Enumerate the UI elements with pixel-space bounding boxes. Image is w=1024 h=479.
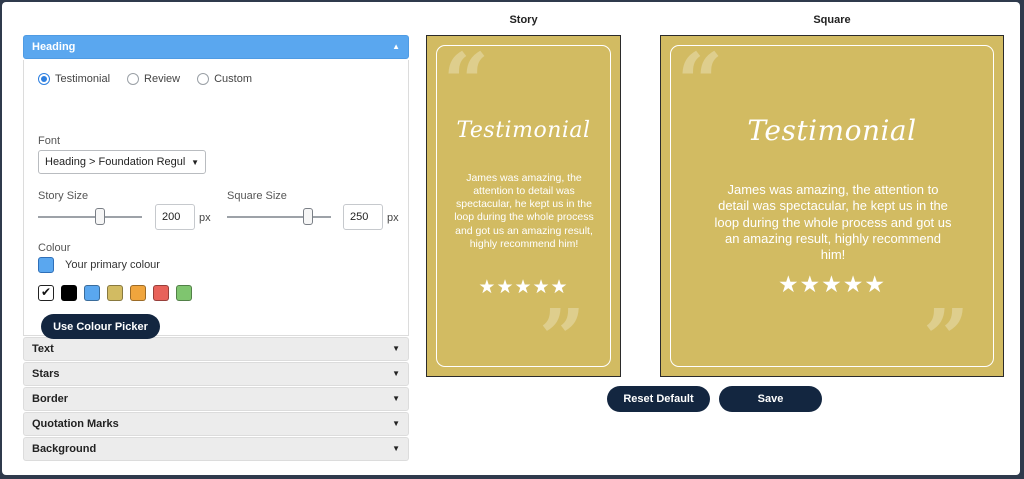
chevron-down-icon: ▼: [191, 157, 199, 167]
chevron-down-icon: ▼: [392, 344, 400, 353]
story-preview-card: “ ” Testimonial James was amazing, the a…: [426, 35, 621, 385]
story-size-slider[interactable]: [38, 216, 142, 218]
close-quote-icon: ”: [539, 291, 586, 385]
accordion-quotation-marks-label: Quotation Marks: [32, 418, 119, 430]
square-preview-title: Square: [813, 14, 851, 26]
font-select[interactable]: Heading > Foundation Regular ▼: [38, 150, 206, 174]
reset-default-button[interactable]: Reset Default: [607, 386, 710, 412]
radio-label: Testimonial: [55, 73, 111, 85]
accordion-border-label: Border: [32, 393, 69, 405]
radio-button[interactable]: [127, 73, 140, 85]
square-size-value: 250: [350, 211, 369, 223]
story-size-input[interactable]: 200: [155, 204, 195, 230]
square-size-slider-thumb[interactable]: [303, 208, 314, 225]
font-select-value: Heading > Foundation Regular: [45, 156, 185, 168]
chevron-down-icon: ▼: [392, 394, 400, 403]
open-quote-icon: “: [443, 35, 490, 129]
chevron-down-icon: ▼: [392, 419, 400, 428]
accordion-stars-label: Stars: [32, 368, 60, 380]
square-card-text: James was amazing, the attention to deta…: [714, 182, 952, 262]
swatch-orange[interactable]: [130, 285, 146, 301]
swatch-red[interactable]: [153, 285, 169, 301]
accordion-heading-label: Heading: [32, 41, 76, 53]
swatch-blue[interactable]: [84, 285, 100, 301]
heading-settings-body: Testimonial Review Custom Font Heading >…: [23, 60, 409, 339]
swatch-black[interactable]: [61, 285, 77, 301]
colour-swatches: [38, 285, 199, 301]
swatch-gold[interactable]: [107, 285, 123, 301]
accordion-quotation-marks[interactable]: Quotation Marks ▼: [23, 412, 409, 436]
design-editor-modal: Heading ▲ Testimonial Review Custom Font: [2, 2, 1020, 475]
colour-label: Colour: [38, 242, 71, 254]
chevron-down-icon: ▼: [392, 369, 400, 378]
story-size-unit: px: [199, 212, 211, 224]
heading-type-radio-group: Testimonial Review Custom: [38, 73, 269, 85]
square-size-label: Square Size: [227, 190, 287, 202]
swatch-green[interactable]: [176, 285, 192, 301]
save-button[interactable]: Save: [719, 386, 822, 412]
radio-button[interactable]: [38, 73, 50, 85]
close-quote-icon: ”: [923, 291, 970, 385]
story-card-heading: Testimonial: [456, 118, 591, 143]
accordion-border[interactable]: Border ▼: [23, 387, 409, 411]
chevron-down-icon: ▼: [392, 444, 400, 453]
story-card-stars: ★★★★★: [478, 276, 569, 298]
story-preview-title: Story: [509, 14, 538, 26]
accordion-heading[interactable]: Heading ▲: [23, 35, 409, 59]
radio-testimonial[interactable]: Testimonial: [38, 73, 110, 85]
primary-colour-label: Your primary colour: [65, 259, 160, 271]
accordion-background-label: Background: [32, 443, 97, 455]
font-label: Font: [38, 135, 61, 147]
accordion-text-label: Text: [32, 343, 54, 355]
primary-colour-swatch[interactable]: [38, 257, 54, 273]
square-size-unit: px: [387, 212, 399, 224]
square-size-slider[interactable]: [227, 216, 331, 218]
square-card-stars: ★★★★★: [777, 272, 887, 298]
accordion-stars[interactable]: Stars ▼: [23, 362, 409, 386]
settings-accordion: Heading ▲ Testimonial Review Custom Font: [23, 35, 409, 462]
radio-review[interactable]: Review: [127, 73, 180, 85]
radio-button[interactable]: [197, 73, 210, 85]
story-card-text: James was amazing, the attention to deta…: [454, 172, 594, 250]
story-size-value: 200: [162, 211, 181, 223]
radio-custom[interactable]: Custom: [197, 73, 252, 85]
open-quote-icon: “: [677, 35, 724, 129]
use-colour-picker-button[interactable]: Use Colour Picker: [41, 314, 160, 339]
accordion-text[interactable]: Text ▼: [23, 337, 409, 361]
chevron-up-icon: ▲: [392, 42, 400, 51]
square-card-heading: Testimonial: [747, 114, 917, 147]
story-size-label: Story Size: [38, 190, 89, 202]
radio-label: Review: [144, 73, 181, 85]
square-preview-card: “ ” Testimonial James was amazing, the a…: [660, 35, 1004, 385]
accordion-background[interactable]: Background ▼: [23, 437, 409, 461]
swatch-white-selected[interactable]: [38, 285, 54, 301]
story-size-slider-thumb[interactable]: [95, 208, 106, 225]
radio-label: Custom: [214, 73, 253, 85]
square-size-input[interactable]: 250: [343, 204, 383, 230]
